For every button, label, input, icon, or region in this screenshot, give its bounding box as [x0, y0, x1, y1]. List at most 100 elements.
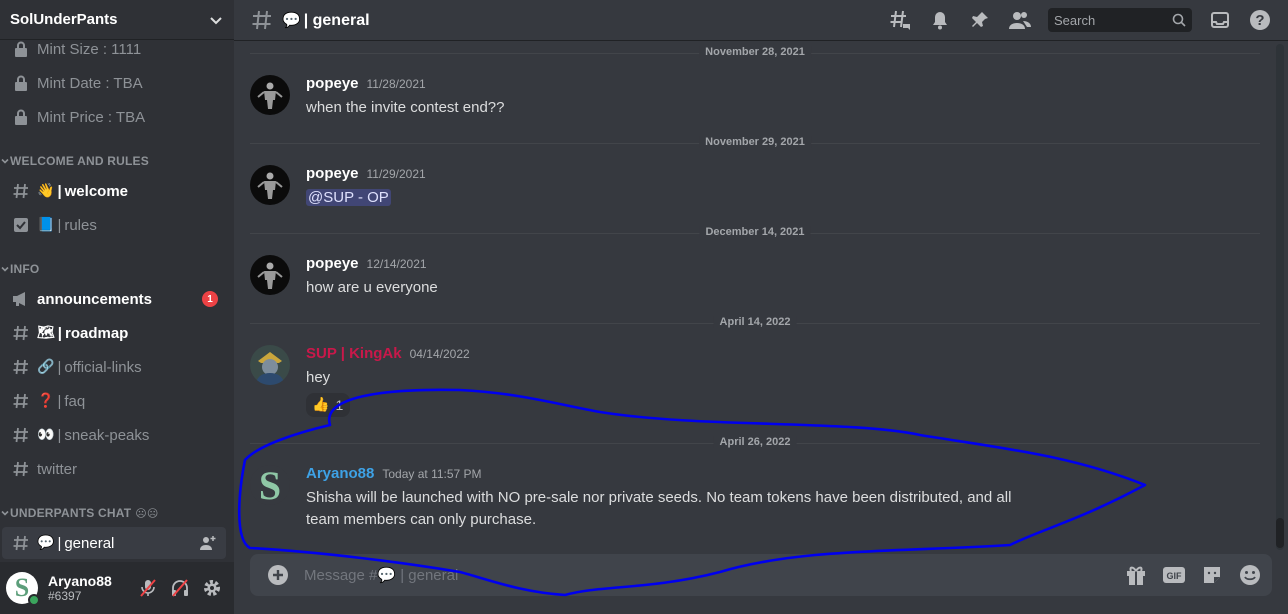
category-info[interactable]: INFO [0, 259, 39, 279]
figure-avatar-icon [257, 172, 283, 199]
help-button[interactable]: ? [1248, 8, 1272, 32]
mute-button[interactable] [132, 572, 164, 604]
channel-label: roadmap [64, 324, 129, 342]
threads-button[interactable] [888, 8, 912, 32]
user-names[interactable]: Aryano88 #6397 [48, 573, 132, 603]
sticker-icon [1204, 567, 1220, 583]
message-timestamp: Today at 11:57 PM [382, 467, 482, 481]
chevron-down-icon [1, 158, 9, 164]
sidebar-item-rules[interactable]: 📘 | rules [2, 209, 226, 241]
hash-icon [252, 10, 271, 30]
hash-icon [11, 181, 31, 201]
category-underpants-chat[interactable]: UNDERPANTS CHAT ☹☹ [0, 503, 159, 523]
message-composer[interactable]: Message #💬 | general GIF [250, 554, 1272, 596]
avatar[interactable] [250, 345, 290, 385]
reaction[interactable]: 👍 1 [306, 393, 350, 417]
chevron-down-icon [1, 266, 9, 272]
sidebar-item-sneak-peaks[interactable]: 👀 | sneak-peaks [2, 419, 226, 451]
member-list-button[interactable] [1008, 8, 1032, 32]
channel-label: announcements [37, 290, 153, 308]
message-meta: popeye 11/28/2021 [306, 75, 426, 92]
inbox-button[interactable] [1208, 8, 1232, 32]
microphone-muted-icon [140, 579, 156, 597]
message-list: November 28, 2021 popeye 11/28/2021 when… [234, 41, 1274, 552]
message-meta: popeye 11/29/2021 [306, 165, 426, 182]
gear-icon [204, 580, 220, 596]
channel-emoji: 🗺 [37, 325, 55, 341]
message-author[interactable]: SUP | KingAk [306, 345, 402, 362]
role-mention[interactable]: @SUP - OP [306, 189, 391, 206]
locked-channel-mint-size[interactable]: Mint Size : 1111 [2, 40, 226, 65]
sidebar-item-welcome[interactable]: 👋 | welcome [2, 175, 226, 207]
upload-plus-icon[interactable] [266, 563, 290, 587]
sticker-button[interactable] [1200, 563, 1224, 587]
locked-channel-mint-date[interactable]: Mint Date : TBA [2, 67, 226, 99]
pinned-messages-button[interactable] [968, 8, 992, 32]
channel-emoji: 👋 [37, 183, 55, 199]
sidebar-item-roadmap[interactable]: 🗺 | roadmap [2, 317, 226, 349]
message-text: hey [306, 369, 331, 386]
add-user-icon[interactable] [200, 535, 216, 551]
search-icon [1172, 13, 1186, 27]
deafen-button[interactable] [164, 572, 196, 604]
chevron-down-icon [1, 510, 9, 516]
lock-icon [11, 107, 31, 127]
scrollbar-track[interactable] [1276, 44, 1284, 550]
gif-button[interactable]: GIF [1162, 563, 1186, 587]
channel-separator: | [57, 426, 62, 444]
message-author[interactable]: Aryano88 [306, 465, 374, 482]
message-meta: Aryano88 Today at 11:57 PM [306, 465, 482, 482]
scrollbar-thumb[interactable] [1276, 518, 1284, 548]
channel-emoji: 💬 [282, 10, 301, 29]
channel-separator: | [57, 216, 62, 234]
hash-icon [11, 391, 31, 411]
notification-settings-button[interactable] [928, 8, 952, 32]
search-input[interactable]: Search [1048, 8, 1192, 32]
username: Aryano88 [48, 573, 112, 589]
sidebar-item-twitter[interactable]: twitter [2, 453, 226, 485]
channel-emoji: 📘 [37, 217, 55, 233]
channel-emoji: 👀 [37, 427, 55, 443]
date-divider: November 29, 2021 [250, 136, 1260, 148]
figure-avatar-icon [257, 262, 283, 289]
date-divider: April 26, 2022 [250, 436, 1260, 448]
channel-separator: | [303, 11, 309, 29]
locked-channel-mint-price[interactable]: Mint Price : TBA [2, 101, 226, 133]
category-label: WELCOME AND RULES [10, 154, 149, 168]
avatar[interactable] [250, 165, 290, 205]
channel-emoji: 💬 [37, 535, 55, 551]
channel-label: twitter [37, 460, 78, 478]
checkbox-icon [11, 215, 31, 235]
gift-button[interactable] [1124, 563, 1148, 587]
message-text: Shisha will be launched with NO pre-sale… [306, 489, 1012, 528]
channel-label: sneak-peaks [64, 426, 150, 444]
avatar[interactable]: S [6, 572, 40, 606]
gif-icon: GIF [1163, 567, 1185, 583]
category-welcome-and-rules[interactable]: WELCOME AND RULES [0, 151, 149, 171]
date-divider-label: April 14, 2022 [713, 316, 797, 328]
user-tag: #6397 [48, 589, 82, 603]
bell-icon [933, 12, 947, 30]
letter-avatar-icon: S [259, 465, 281, 505]
hash-icon [11, 323, 31, 343]
sidebar-item-announcements[interactable]: announcements 1 [2, 283, 226, 315]
hash-icon [11, 459, 31, 479]
user-settings-button[interactable] [196, 572, 228, 604]
message-author[interactable]: popeye [306, 75, 359, 92]
avatar[interactable]: S [250, 465, 290, 505]
message-input[interactable]: Message #💬 | general [304, 566, 1110, 584]
date-divider: December 14, 2021 [250, 226, 1260, 238]
message-text: @SUP - OP [306, 187, 1026, 209]
avatar[interactable] [250, 255, 290, 295]
message-author[interactable]: popeye [306, 165, 359, 182]
channel-label: rules [64, 216, 97, 234]
sidebar-item-faq[interactable]: ❓ | faq [2, 385, 226, 417]
channel-title: 💬 | general [282, 11, 872, 30]
emoji-button[interactable] [1238, 563, 1262, 587]
search-placeholder: Search [1054, 12, 1096, 28]
sidebar-item-general[interactable]: 💬 | general [2, 527, 226, 559]
sidebar-item-official-links[interactable]: 🔗 | official-links [2, 351, 226, 383]
avatar[interactable] [250, 75, 290, 115]
server-header[interactable]: SolUnderPants [0, 0, 234, 40]
message-author[interactable]: popeye [306, 255, 359, 272]
